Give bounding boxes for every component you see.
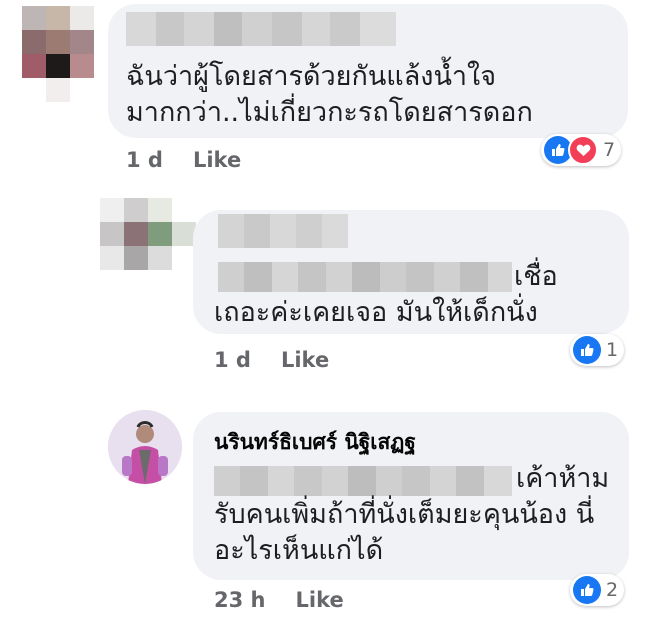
comment-time[interactable]: 23 h [214, 588, 266, 612]
comment-text-line: รับคนเพิ่มถ้าที่นั่งเต็มยะคุนน้อง นี่ [214, 499, 595, 530]
comment-meta: 1 d Like [126, 148, 241, 172]
reaction-count: 1 [606, 339, 619, 361]
comment-text-line: เชื่อ [514, 261, 558, 292]
comment-1: ฉันว่าผู้โดยสารด้วยกันแล้งน้ำใจ มากกว่า.… [0, 0, 650, 190]
reaction-count: 2 [606, 579, 619, 601]
person-avatar-icon [108, 410, 182, 484]
reactions-summary[interactable]: 2 [570, 574, 625, 606]
avatar[interactable] [100, 198, 196, 270]
reaction-count: 7 [603, 139, 616, 161]
comment-meta: 1 d Like [214, 348, 329, 372]
avatar[interactable] [108, 410, 182, 484]
like-link[interactable]: Like [193, 148, 241, 172]
comment-text-line: อะไรเห็นแก่ได้ [214, 535, 384, 566]
comment-text-line: มากกว่า..ไม่เกี่ยวกะรถโดยสารดอก [126, 97, 533, 128]
blurred-text [218, 262, 512, 292]
reactions-summary[interactable]: 1 [570, 334, 625, 366]
comment-text-line: เค้าห้าม [516, 463, 610, 494]
reactions-summary[interactable]: 7 [541, 134, 622, 166]
author-name[interactable]: นรินทร์ธิเบศร์ นิฐิเสฏฐ [214, 426, 416, 459]
comment-time[interactable]: 1 d [214, 348, 251, 372]
comment-3: นรินทร์ธิเบศร์ นิฐิเสฏฐ เค้าห้าม รับคนเพ… [0, 400, 650, 624]
comment-meta: 23 h Like [214, 588, 344, 612]
comment-2: เชื่อ เถอะค่ะเคยเจอ มันให้เด็กนั่ง 1 d Li… [0, 190, 650, 390]
comment-text-line: เถอะค่ะเคยเจอ มันให้เด็กนั่ง [214, 297, 538, 328]
comment-time[interactable]: 1 d [126, 148, 163, 172]
like-icon [573, 576, 601, 604]
like-link[interactable]: Like [296, 588, 344, 612]
author-name-blurred[interactable] [126, 12, 396, 46]
avatar[interactable] [22, 6, 94, 102]
comment-text-line: ฉันว่าผู้โดยสารด้วยกันแล้งน้ำใจ [126, 61, 497, 92]
like-icon [573, 336, 601, 364]
author-name-blurred[interactable] [218, 214, 348, 248]
love-icon [568, 135, 598, 165]
blurred-text [214, 466, 514, 496]
like-link[interactable]: Like [281, 348, 329, 372]
